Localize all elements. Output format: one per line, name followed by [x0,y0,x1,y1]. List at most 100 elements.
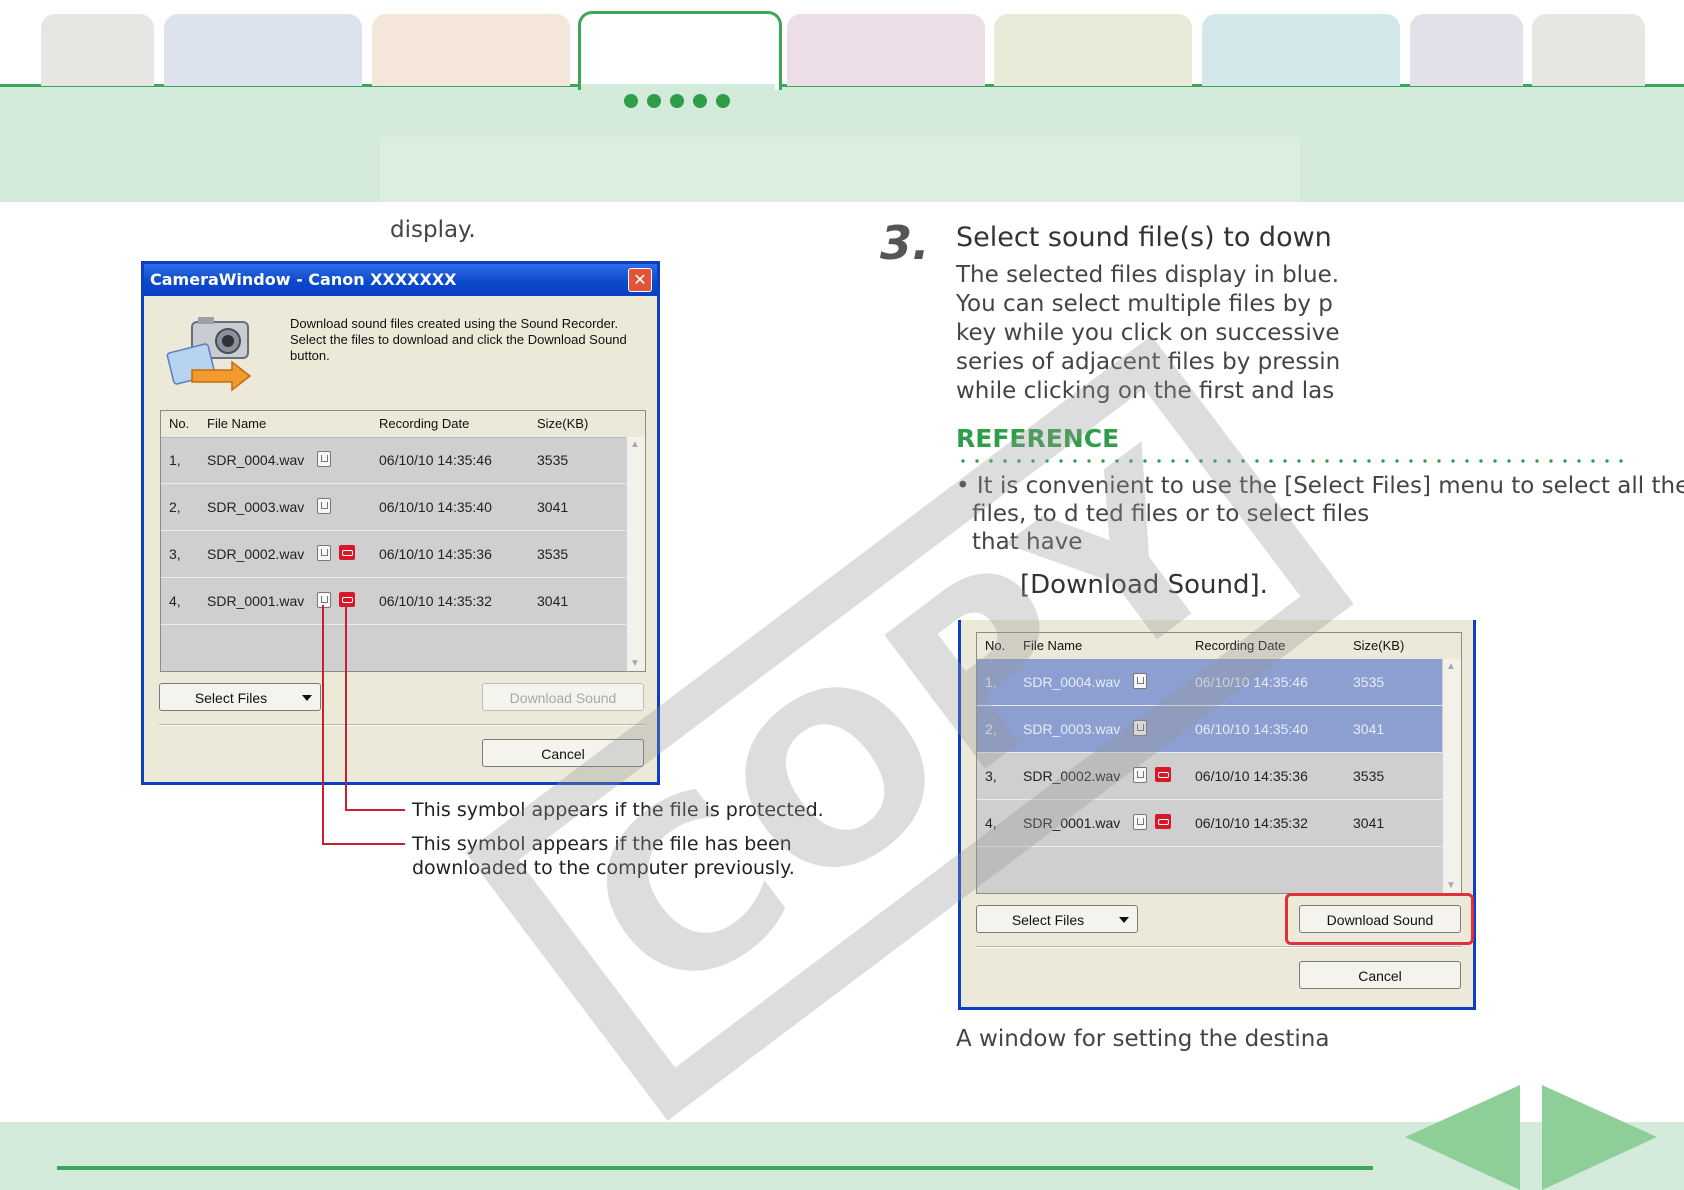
row-recording-date: 06/10/10 14:35:40 [1195,721,1308,737]
instruction-line: Download sound files created using the S… [290,316,619,331]
table-row[interactable]: 1, SDR_0004.wav 06/10/10 14:35:46 3535 [977,659,1443,706]
download-sound-instruction: [Download Sound]. [1020,570,1268,600]
downloaded-icon [1133,767,1147,783]
chapter-tab-current[interactable] [578,11,782,90]
reference-divider [956,459,1628,463]
step-description: The selected files display in blue. You … [956,261,1340,406]
row-size: 3535 [537,452,569,468]
chapter-tab-9[interactable] [1532,14,1645,86]
row-no: 1, [169,452,181,468]
chapter-tab-5[interactable] [787,14,985,86]
page-dot [716,94,730,108]
previous-page-arrow-icon[interactable] [1405,1085,1520,1190]
select-files-label: Select Files [194,690,268,706]
dialog-title: CameraWindow - Canon XXXXXXX [150,270,457,289]
step-title: Select sound file(s) to down [956,222,1332,253]
downloaded-callout-line [322,843,405,845]
scroll-down-icon[interactable]: ▼ [630,658,640,669]
destination-caption: A window for setting the destina [956,1026,1330,1052]
header-recording-date[interactable]: Recording Date [379,411,469,437]
protected-icon [339,545,355,560]
footer-rule [57,1166,1373,1170]
list-header: No. File Name Recording Date Size(KB) [161,411,645,438]
list-scrollbar[interactable]: ▲ ▼ [1442,659,1461,893]
row-file-name: SDR_0002.wav [207,546,305,562]
table-row[interactable]: 1, SDR_0004.wav 06/10/10 14:35:46 3535 [161,437,627,484]
dialog-instructions: Download sound files created using the S… [290,316,627,364]
instruction-line: button. [290,348,330,363]
sound-file-list[interactable]: No. File Name Recording Date Size(KB) 1,… [160,410,646,672]
table-row[interactable]: 3, SDR_0002.wav 06/10/10 14:35:36 3535 [977,753,1443,800]
chapter-tab-6[interactable] [994,14,1192,86]
select-files-dropdown[interactable]: Select Files [159,683,321,711]
step-number: 3. [880,216,930,270]
select-files-dropdown[interactable]: Select Files [976,905,1138,933]
page-dot [647,94,661,108]
table-row[interactable]: 2, SDR_0003.wav 06/10/10 14:35:40 3041 [161,484,627,531]
table-row[interactable]: 4, SDR_0001.wav 06/10/10 14:35:32 3041 [161,578,627,625]
chapter-tab-1[interactable] [41,14,154,86]
sound-file-list[interactable]: No. File Name Recording Date Size(KB) 1,… [976,632,1462,894]
header-file-name[interactable]: File Name [207,411,266,437]
header-file-name[interactable]: File Name [1023,633,1082,659]
table-row[interactable]: 3, SDR_0002.wav 06/10/10 14:35:36 3535 [161,531,627,578]
row-size: 3535 [1353,674,1385,690]
page-indicator-dots [624,94,730,108]
cancel-button[interactable]: Cancel [482,739,644,767]
camerawindow-dialog: CameraWindow - Canon XXXXXXX ✕ Download … [141,261,660,785]
scroll-down-icon[interactable]: ▼ [1446,880,1456,891]
row-no: 4, [169,593,181,609]
header-recording-date[interactable]: Recording Date [1195,633,1285,659]
header-size[interactable]: Size(KB) [537,411,588,437]
row-no: 1, [985,674,997,690]
download-sound-button[interactable]: Download Sound [482,683,644,711]
row-size: 3535 [537,546,569,562]
active-tab-join [581,84,775,90]
header-no[interactable]: No. [169,411,189,437]
reference-text: • It is convenient to use the [Select Fi… [956,472,1684,556]
step-line: series of adjacent files by pressin [956,349,1341,375]
row-size: 3041 [537,499,569,515]
scroll-up-icon[interactable]: ▲ [1446,661,1456,672]
next-page-arrow-icon[interactable] [1542,1085,1657,1190]
step-line: The selected files display in blue. [956,262,1340,288]
header-no[interactable]: No. [985,633,1005,659]
header-size[interactable]: Size(KB) [1353,633,1404,659]
tab-band [0,84,1684,202]
row-file-name: SDR_0004.wav [207,452,305,468]
row-file-name: SDR_0003.wav [1023,721,1121,737]
table-row[interactable]: 4, SDR_0001.wav 06/10/10 14:35:32 3041 [977,800,1443,847]
protected-callout-text: This symbol appears if the file is prote… [412,799,824,821]
select-files-label: Select Files [1011,912,1085,928]
download-sound-highlight [1285,893,1474,945]
row-size: 3535 [1353,768,1385,784]
dialog-separator [976,946,1462,948]
reference-line: • It is convenient to use the [Select Fi… [956,473,1684,499]
row-file-name: SDR_0004.wav [1023,674,1121,690]
close-button[interactable]: ✕ [628,268,652,292]
row-no: 2, [985,721,997,737]
tab-band-inner [380,137,1300,202]
chapter-tab-8[interactable] [1410,14,1523,86]
table-row[interactable]: 2, SDR_0003.wav 06/10/10 14:35:40 3041 [977,706,1443,753]
row-recording-date: 06/10/10 14:35:36 [1195,768,1308,784]
page-dot [624,94,638,108]
dialog-title-bar: CameraWindow - Canon XXXXXXX ✕ [144,264,657,296]
list-scrollbar[interactable]: ▲ ▼ [626,437,645,671]
chapter-tab-2[interactable] [164,14,362,86]
chapter-tab-3[interactable] [372,14,570,86]
protected-icon [1155,767,1171,782]
scroll-up-icon[interactable]: ▲ [630,439,640,450]
list-header: No. File Name Recording Date Size(KB) [977,633,1461,660]
protected-icon [1155,814,1171,829]
downloaded-icon [1133,814,1147,830]
protected-icon [339,592,355,607]
chapter-tab-bar [0,0,1684,202]
cancel-button[interactable]: Cancel [1299,961,1461,989]
chapter-tab-7[interactable] [1202,14,1400,86]
row-recording-date: 06/10/10 14:35:32 [1195,815,1308,831]
downloaded-icon [317,592,331,608]
row-no: 3, [985,768,997,784]
protected-callout-line [345,605,347,811]
callout-line-text: This symbol appears if the file has been [412,833,792,855]
